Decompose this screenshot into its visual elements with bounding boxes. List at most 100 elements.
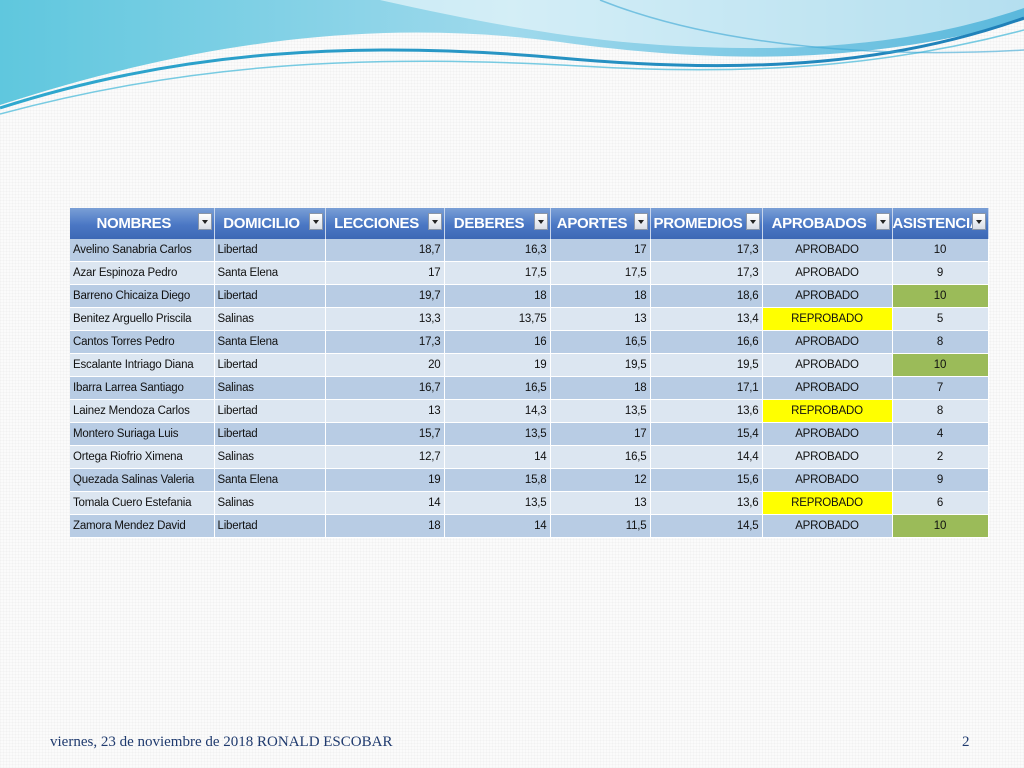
table-cell-aprobados[interactable]: APROBADO [762,284,893,308]
table-cell-nombres[interactable]: Ibarra Larrea Santiago [70,376,215,400]
table-cell-deberes[interactable]: 16 [444,330,551,354]
table-cell-deberes[interactable]: 14 [444,514,551,538]
table-cell-nombres[interactable]: Lainez Mendoza Carlos [70,399,215,423]
table-cell-aportes[interactable]: 13 [550,307,651,331]
table-cell-nombres[interactable]: Cantos Torres Pedro [70,330,215,354]
table-cell-aprobados[interactable]: APROBADO [762,468,893,492]
table-cell-lecciones[interactable]: 19 [325,468,445,492]
table-cell-promedios[interactable]: 17,3 [650,261,763,285]
table-cell-deberes[interactable]: 15,8 [444,468,551,492]
table-cell-domicilio[interactable]: Salinas [214,307,326,331]
table-cell-asistencia[interactable]: 9 [892,468,989,492]
table-cell-lecciones[interactable]: 20 [325,353,445,377]
table-cell-domicilio[interactable]: Libertad [214,422,326,446]
table-cell-nombres[interactable]: Montero Suriaga Luis [70,422,215,446]
filter-dropdown-icon[interactable] [633,213,648,230]
table-cell-aprobados[interactable]: REPROBADO [762,491,893,515]
table-cell-nombres[interactable]: Zamora Mendez David [70,514,215,538]
table-cell-domicilio[interactable]: Salinas [214,376,326,400]
table-cell-promedios[interactable]: 13,6 [650,399,763,423]
table-cell-deberes[interactable]: 16,5 [444,376,551,400]
table-cell-domicilio[interactable]: Salinas [214,491,326,515]
table-cell-promedios[interactable]: 14,4 [650,445,763,469]
table-cell-promedios[interactable]: 15,6 [650,468,763,492]
table-cell-lecciones[interactable]: 15,7 [325,422,445,446]
table-cell-promedios[interactable]: 13,6 [650,491,763,515]
table-cell-deberes[interactable]: 16,3 [444,239,551,262]
table-cell-domicilio[interactable]: Salinas [214,445,326,469]
table-cell-lecciones[interactable]: 13,3 [325,307,445,331]
table-cell-lecciones[interactable]: 16,7 [325,376,445,400]
table-cell-aportes[interactable]: 16,5 [550,445,651,469]
table-cell-aprobados[interactable]: APROBADO [762,353,893,377]
table-cell-asistencia[interactable]: 8 [892,330,989,354]
table-cell-asistencia[interactable]: 10 [892,514,989,538]
table-cell-aportes[interactable]: 12 [550,468,651,492]
table-cell-promedios[interactable]: 16,6 [650,330,763,354]
table-cell-asistencia[interactable]: 9 [892,261,989,285]
table-cell-asistencia[interactable]: 4 [892,422,989,446]
table-cell-promedios[interactable]: 13,4 [650,307,763,331]
table-cell-promedios[interactable]: 19,5 [650,353,763,377]
table-cell-aportes[interactable]: 13,5 [550,399,651,423]
table-cell-asistencia[interactable]: 10 [892,284,989,308]
filter-dropdown-icon[interactable] [197,213,212,230]
table-cell-nombres[interactable]: Tomala Cuero Estefania [70,491,215,515]
table-cell-aprobados[interactable]: APROBADO [762,422,893,446]
table-cell-lecciones[interactable]: 17,3 [325,330,445,354]
table-cell-promedios[interactable]: 17,1 [650,376,763,400]
table-cell-lecciones[interactable]: 18 [325,514,445,538]
table-cell-lecciones[interactable]: 18,7 [325,239,445,262]
table-cell-asistencia[interactable]: 10 [892,353,989,377]
filter-dropdown-icon[interactable] [533,213,548,230]
table-cell-aportes[interactable]: 17,5 [550,261,651,285]
table-cell-promedios[interactable]: 15,4 [650,422,763,446]
table-cell-promedios[interactable]: 17,3 [650,239,763,262]
table-cell-lecciones[interactable]: 13 [325,399,445,423]
table-cell-domicilio[interactable]: Santa Elena [214,330,326,354]
filter-dropdown-icon[interactable] [875,213,890,230]
table-cell-domicilio[interactable]: Santa Elena [214,468,326,492]
table-cell-deberes[interactable]: 13,75 [444,307,551,331]
table-cell-aprobados[interactable]: APROBADO [762,239,893,262]
table-cell-asistencia[interactable]: 10 [892,239,989,262]
table-cell-aprobados[interactable]: APROBADO [762,445,893,469]
filter-dropdown-icon[interactable] [308,213,323,230]
table-cell-lecciones[interactable]: 19,7 [325,284,445,308]
table-cell-deberes[interactable]: 13,5 [444,491,551,515]
table-cell-aportes[interactable]: 17 [550,422,651,446]
table-cell-aportes[interactable]: 11,5 [550,514,651,538]
table-cell-nombres[interactable]: Escalante Intriago Diana [70,353,215,377]
table-cell-domicilio[interactable]: Libertad [214,284,326,308]
table-cell-asistencia[interactable]: 6 [892,491,989,515]
table-cell-promedios[interactable]: 18,6 [650,284,763,308]
table-cell-domicilio[interactable]: Libertad [214,353,326,377]
table-cell-nombres[interactable]: Avelino Sanabria Carlos [70,239,215,262]
table-cell-nombres[interactable]: Quezada Salinas Valeria [70,468,215,492]
table-cell-nombres[interactable]: Azar Espinoza Pedro [70,261,215,285]
table-cell-nombres[interactable]: Ortega Riofrio Ximena [70,445,215,469]
table-cell-aprobados[interactable]: APROBADO [762,330,893,354]
table-cell-aprobados[interactable]: APROBADO [762,376,893,400]
table-cell-lecciones[interactable]: 17 [325,261,445,285]
table-cell-deberes[interactable]: 18 [444,284,551,308]
table-cell-asistencia[interactable]: 5 [892,307,989,331]
table-cell-aportes[interactable]: 18 [550,376,651,400]
table-cell-aportes[interactable]: 18 [550,284,651,308]
table-cell-lecciones[interactable]: 14 [325,491,445,515]
table-cell-asistencia[interactable]: 7 [892,376,989,400]
table-cell-domicilio[interactable]: Libertad [214,514,326,538]
table-cell-deberes[interactable]: 17,5 [444,261,551,285]
table-cell-deberes[interactable]: 13,5 [444,422,551,446]
filter-dropdown-icon[interactable] [971,213,986,230]
table-cell-asistencia[interactable]: 8 [892,399,989,423]
table-cell-domicilio[interactable]: Santa Elena [214,261,326,285]
table-cell-domicilio[interactable]: Libertad [214,239,326,262]
table-cell-aprobados[interactable]: REPROBADO [762,307,893,331]
table-cell-lecciones[interactable]: 12,7 [325,445,445,469]
table-cell-domicilio[interactable]: Libertad [214,399,326,423]
table-cell-nombres[interactable]: Barreno Chicaiza Diego [70,284,215,308]
table-cell-nombres[interactable]: Benitez Arguello Priscila [70,307,215,331]
table-cell-asistencia[interactable]: 2 [892,445,989,469]
table-cell-aportes[interactable]: 13 [550,491,651,515]
